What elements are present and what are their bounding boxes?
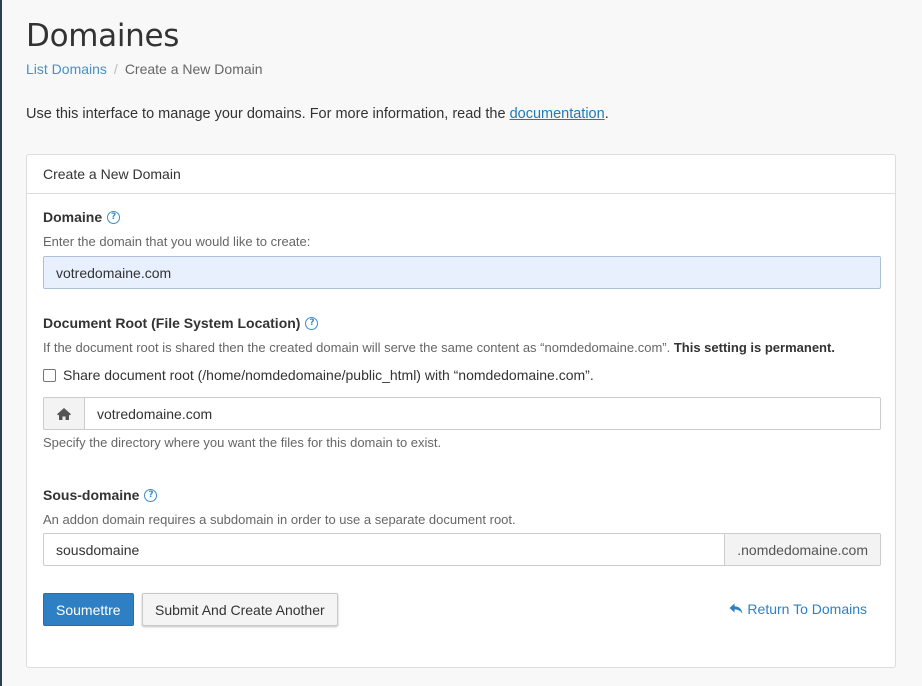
- subdomain-suffix: .nomdedomaine.com: [725, 533, 881, 566]
- subdomain-help-icon[interactable]: ?: [144, 488, 158, 502]
- home-icon-svg: [57, 407, 71, 420]
- docroot-hint: If the document root is shared then the …: [43, 340, 835, 355]
- docroot-help-icon[interactable]: ?: [305, 316, 319, 330]
- subdomain-hint: An addon domain requires a subdomain in …: [43, 512, 516, 527]
- window-left-edge: [0, 0, 2, 686]
- home-icon: [43, 397, 84, 430]
- docroot-hint-permanent: This setting is permanent.: [673, 340, 835, 355]
- breadcrumb-separator: /: [113, 61, 118, 77]
- breadcrumb-current: Create a New Domain: [124, 61, 263, 77]
- domain-label: Domaine ?: [43, 209, 121, 225]
- share-docroot-label[interactable]: Share document root (/home/nomdedomaine/…: [63, 367, 594, 383]
- reply-icon: [729, 603, 743, 614]
- docroot-hint-text: If the document root is shared then the …: [43, 340, 674, 355]
- intro-text-end: .: [604, 106, 609, 122]
- subdomain-label-text: Sous-domaine: [43, 487, 140, 503]
- panel-heading: Create a New Domain: [27, 155, 895, 194]
- domain-label-text: Domaine: [43, 209, 103, 225]
- domain-help-icon[interactable]: ?: [107, 210, 121, 224]
- breadcrumb-list-domains-link[interactable]: List Domains: [26, 61, 107, 77]
- page-title: Domaines: [26, 18, 180, 54]
- domain-input[interactable]: votredomaine.com: [43, 256, 881, 289]
- share-docroot-checkbox[interactable]: [43, 368, 56, 382]
- subdomain-label: Sous-domaine ?: [43, 487, 158, 503]
- docroot-after-hint: Specify the directory where you want the…: [43, 435, 442, 450]
- share-docroot-row: Share document root (/home/nomdedomaine/…: [43, 367, 594, 383]
- return-to-domains-link[interactable]: Return To Domains: [729, 601, 867, 617]
- create-domain-panel: Create a New Domain Domaine ? Enter the …: [26, 154, 896, 668]
- subdomain-input-group: sousdomaine .nomdedomaine.com: [43, 533, 881, 566]
- intro-text-body: Use this interface to manage your domain…: [26, 106, 510, 122]
- documentation-link[interactable]: documentation: [510, 106, 605, 122]
- breadcrumb: List Domains / Create a New Domain: [26, 61, 263, 77]
- intro-text: Use this interface to manage your domain…: [26, 106, 609, 122]
- subdomain-input[interactable]: sousdomaine: [43, 533, 726, 566]
- docroot-label: Document Root (File System Location) ?: [43, 315, 319, 331]
- docroot-input-group: votredomaine.com: [43, 397, 881, 430]
- submit-button[interactable]: Soumettre: [43, 593, 134, 626]
- domain-hint: Enter the domain that you would like to …: [43, 234, 311, 249]
- return-to-domains-label[interactable]: Return To Domains: [747, 601, 867, 617]
- docroot-input[interactable]: votredomaine.com: [84, 397, 881, 430]
- docroot-label-text: Document Root (File System Location): [43, 315, 301, 331]
- submit-and-create-another-button[interactable]: Submit And Create Another: [142, 593, 338, 626]
